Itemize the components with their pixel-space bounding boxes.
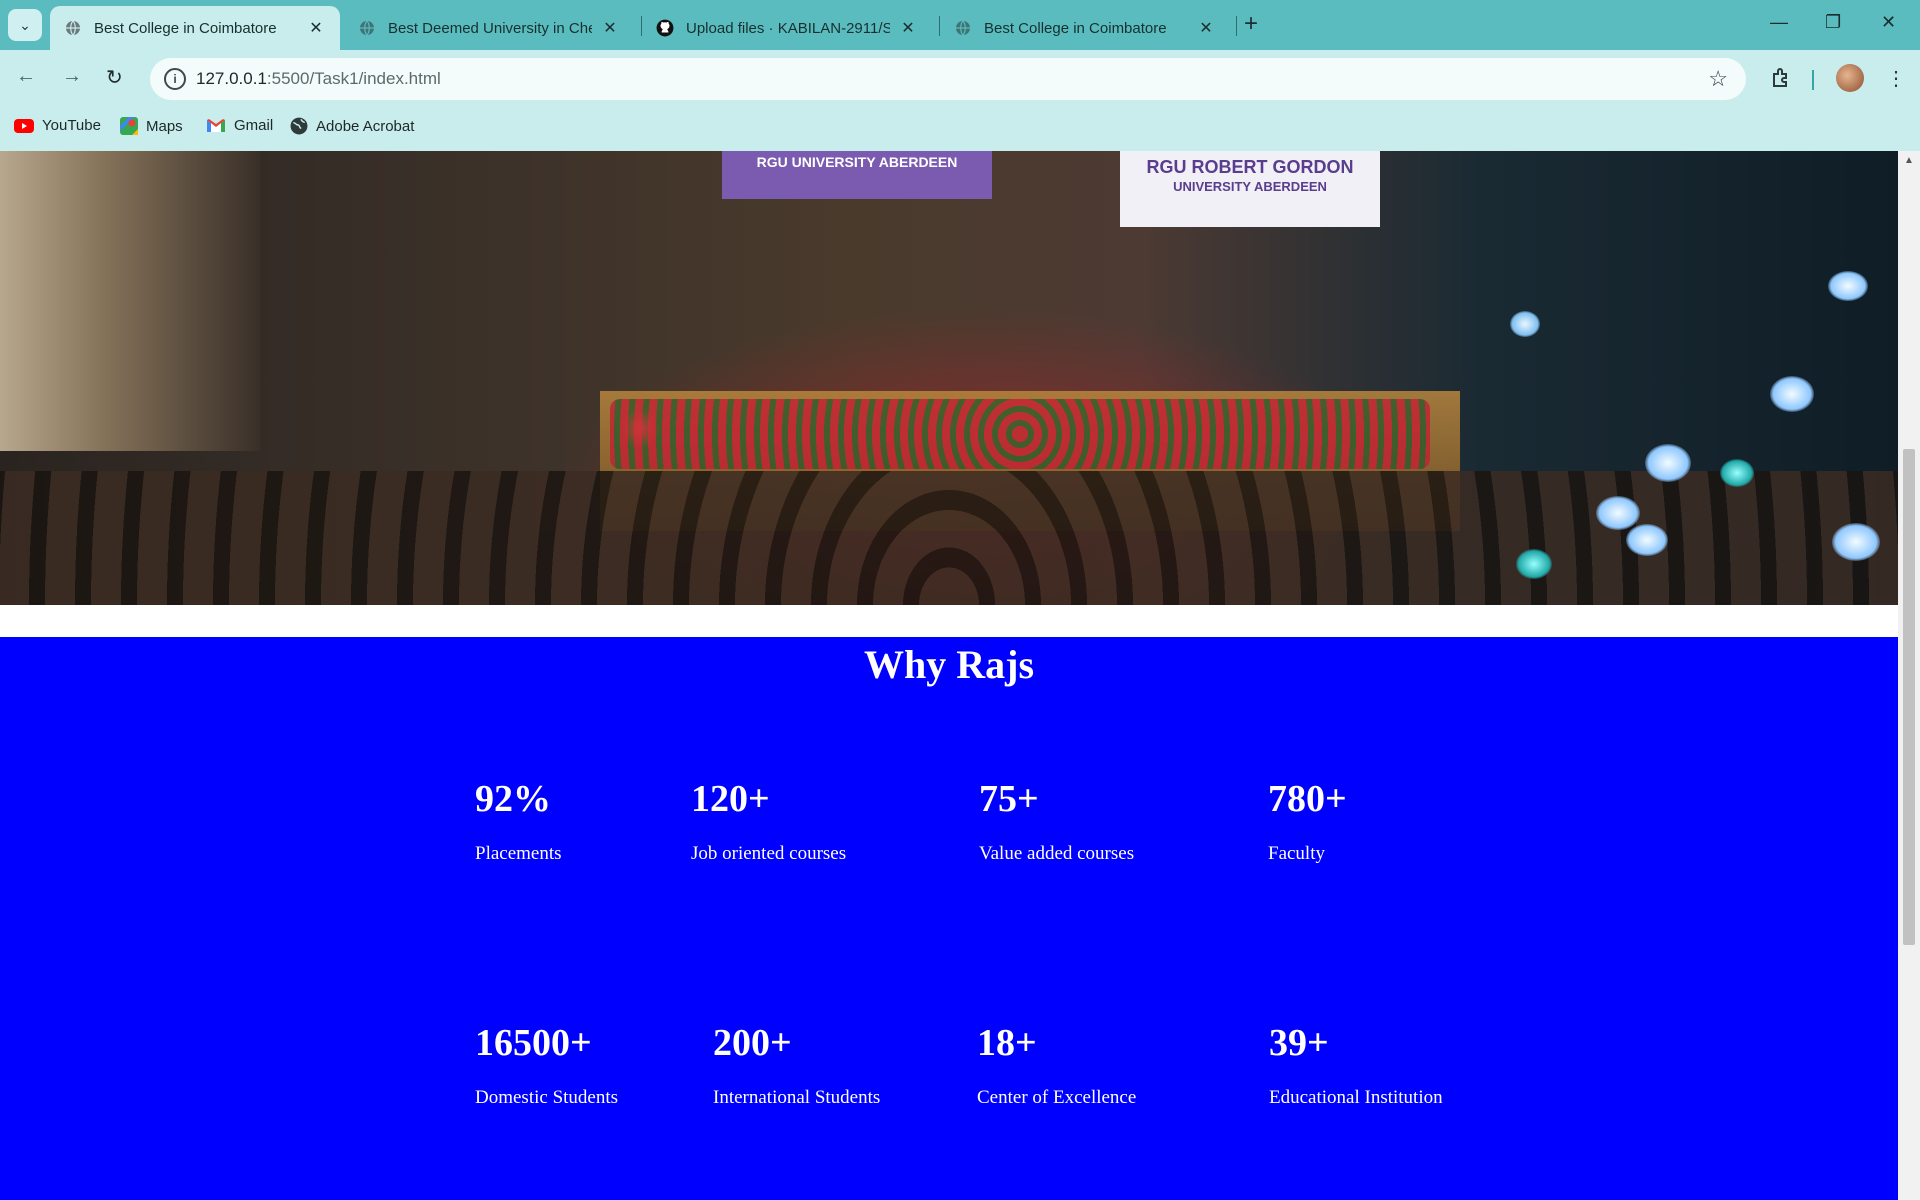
stat-value: 120+	[691, 778, 770, 820]
hero-bokeh	[1720, 459, 1754, 487]
close-icon[interactable]: ✕	[600, 18, 620, 38]
stat-job-oriented-courses: 120+ Job oriented courses	[691, 777, 846, 865]
stat-value: 75+	[979, 778, 1039, 820]
tab-3[interactable]: Upload files · KABILAN-2911/St ✕	[642, 6, 932, 50]
chevron-down-icon: ⌄	[19, 16, 31, 33]
new-tab-button[interactable]: +	[1244, 12, 1258, 36]
bookmark-label: Maps	[146, 117, 183, 135]
hero-image: RGU UNIVERSITY ABERDEEN RGU ROBERT GORDO…	[0, 151, 1898, 605]
close-window-button[interactable]: ✕	[1881, 12, 1896, 33]
hero-bokeh	[1626, 524, 1668, 556]
restore-button[interactable]: ❐	[1825, 12, 1841, 33]
tab-4[interactable]: Best College in Coimbatore ✕	[940, 6, 1230, 50]
bookmark-youtube[interactable]: YouTube	[14, 117, 101, 134]
url-host: 127.0.0.1	[196, 69, 267, 88]
tab-strip: ⌄ Best College in Coimbatore ✕ Best Deem…	[0, 0, 1920, 50]
tab-title: Upload files · KABILAN-2911/St	[686, 19, 890, 37]
youtube-icon	[14, 118, 34, 133]
url-text[interactable]: 127.0.0.1:5500/Task1/index.html	[196, 69, 441, 89]
hero-banner-right-line2: UNIVERSITY ABERDEEN	[1173, 179, 1327, 194]
reload-button[interactable]: ↻	[106, 65, 123, 90]
gmail-icon	[206, 118, 226, 133]
address-bar[interactable]: i 127.0.0.1:5500/Task1/index.html ☆	[150, 58, 1746, 100]
hero-banner-left: RGU UNIVERSITY ABERDEEN	[722, 151, 992, 199]
stat-educational-institution: 39+ Educational Institution	[1269, 1021, 1443, 1109]
minimize-button[interactable]: —	[1770, 12, 1788, 33]
stat-value-added-courses: 75+ Value added courses	[979, 777, 1134, 865]
globe-icon	[64, 19, 82, 37]
tab-1[interactable]: Best College in Coimbatore ✕	[50, 6, 340, 50]
stat-international-students: 200+ International Students	[713, 1021, 880, 1109]
close-icon[interactable]: ✕	[898, 18, 918, 38]
profile-avatar[interactable]	[1836, 64, 1864, 92]
stat-label: Value added courses	[979, 843, 1135, 864]
tab-title: Best College in Coimbatore	[94, 19, 277, 37]
section-gap	[0, 605, 1898, 637]
scrollbar-thumb[interactable]	[1903, 449, 1915, 945]
stat-label: International Students	[713, 1087, 881, 1108]
maps-icon	[120, 117, 138, 135]
why-section: Why Rajs 92% Placements 120+ Job oriente…	[0, 637, 1898, 1200]
bookmark-gmail[interactable]: Gmail	[206, 117, 273, 134]
menu-kebab-icon[interactable]: ⋮	[1886, 66, 1906, 91]
globe-icon	[290, 117, 308, 135]
hero-crowd	[0, 471, 1898, 605]
bookmark-label: Gmail	[234, 117, 274, 134]
stat-label: Educational Institution	[1269, 1087, 1443, 1108]
extensions-icon[interactable]	[1770, 66, 1792, 94]
bookmark-maps[interactable]: Maps	[120, 117, 183, 135]
stat-label: Domestic Students	[475, 1087, 619, 1108]
stat-placements: 92% Placements	[475, 777, 562, 865]
back-button[interactable]: ←	[16, 65, 36, 88]
tab-title: Best Deemed University in Chen	[388, 19, 592, 37]
stat-center-of-excellence: 18+ Center of Excellence	[977, 1021, 1136, 1109]
stat-value: 200+	[713, 1022, 792, 1064]
bookmark-star-icon[interactable]: ☆	[1708, 66, 1728, 92]
hero-banner-right-line1: RGU ROBERT GORDON	[1146, 157, 1354, 177]
why-heading: Why Rajs	[863, 642, 1035, 687]
stat-value: 39+	[1269, 1022, 1329, 1064]
bookmark-label: Adobe Acrobat	[316, 117, 415, 135]
hero-bokeh	[1596, 496, 1640, 530]
tab-separator	[1236, 16, 1237, 36]
toolbar-divider	[1812, 70, 1814, 90]
browser-toolbar: ← → ↻ i 127.0.0.1:5500/Task1/index.html …	[0, 50, 1920, 108]
url-path: :5500/Task1/index.html	[266, 69, 441, 88]
tab-title: Best College in Coimbatore	[984, 19, 1167, 37]
bookmarks-bar: YouTube Maps Gmail Adobe Acrobat	[0, 108, 1920, 151]
globe-icon	[358, 19, 376, 37]
stat-domestic-students: 16500+ Domestic Students	[475, 1021, 618, 1109]
close-icon[interactable]: ✕	[306, 18, 326, 38]
stat-value: 92%	[475, 778, 551, 820]
stat-label: Faculty	[1268, 843, 1325, 864]
hero-bokeh	[1828, 271, 1868, 301]
site-info-icon[interactable]: i	[164, 68, 186, 90]
stat-label: Center of Excellence	[977, 1087, 1137, 1108]
page-scrollbar[interactable]: ▲	[1898, 151, 1920, 1200]
stat-label: Placements	[475, 843, 562, 864]
page-viewport: RGU UNIVERSITY ABERDEEN RGU ROBERT GORDO…	[0, 151, 1898, 1200]
tab-2[interactable]: Best Deemed University in Chen ✕	[344, 6, 634, 50]
hero-curtain	[0, 151, 260, 451]
hero-flowers	[610, 399, 1430, 469]
close-icon[interactable]: ✕	[1196, 18, 1216, 38]
stat-value: 18+	[977, 1022, 1037, 1064]
bookmark-adobe-acrobat[interactable]: Adobe Acrobat	[290, 117, 414, 135]
tab-search-button[interactable]: ⌄	[8, 9, 42, 41]
hero-bokeh	[1516, 549, 1552, 579]
hero-banner-right: RGU ROBERT GORDON UNIVERSITY ABERDEEN	[1120, 151, 1380, 227]
stat-value: 780+	[1268, 778, 1347, 820]
stat-label: Job oriented courses	[691, 843, 847, 864]
hero-bokeh	[1832, 523, 1880, 561]
scroll-up-icon[interactable]: ▲	[1904, 155, 1914, 166]
github-icon	[656, 19, 674, 37]
stat-value: 16500+	[475, 1022, 592, 1064]
stat-faculty: 780+ Faculty	[1268, 777, 1347, 865]
forward-button[interactable]: →	[62, 65, 82, 88]
bookmark-label: YouTube	[42, 117, 101, 134]
hero-bokeh	[1510, 311, 1540, 337]
globe-icon	[954, 19, 972, 37]
hero-bokeh	[1770, 376, 1814, 412]
hero-bokeh	[1645, 444, 1691, 482]
